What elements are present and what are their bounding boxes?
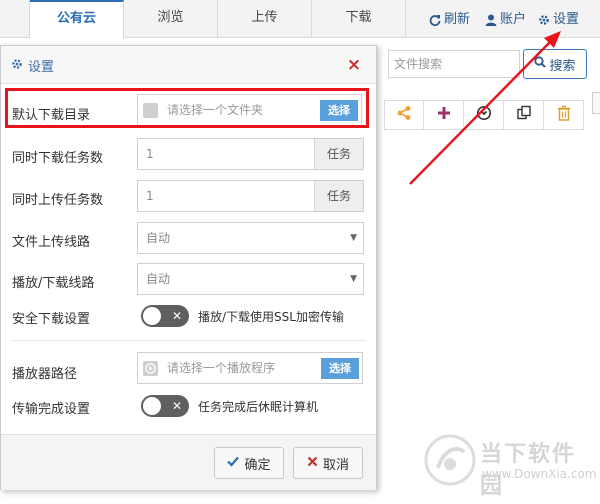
dialog-header: 设置 × bbox=[1, 46, 376, 84]
concurrent-download-label: 同时下载任务数 bbox=[12, 151, 104, 166]
ok-label: 确定 bbox=[244, 457, 271, 473]
tab-upload[interactable]: 上传 bbox=[218, 0, 312, 38]
search-icon bbox=[534, 56, 547, 72]
watermark-url: www.DownXia.com bbox=[482, 467, 597, 481]
upload-route-select[interactable]: 自动 ▼ bbox=[137, 222, 364, 254]
trash-icon bbox=[557, 105, 571, 125]
chevron-down-icon: ▼ bbox=[350, 274, 357, 284]
secure-download-desc: 播放/下载使用SSL加密传输 bbox=[198, 310, 344, 324]
concurrent-upload-input[interactable]: 1 任务 bbox=[137, 180, 364, 212]
transfer-done-desc: 任务完成后休眠计算机 bbox=[198, 400, 319, 414]
copy-icon bbox=[516, 105, 532, 125]
download-button[interactable] bbox=[464, 100, 504, 130]
download-circle-icon bbox=[476, 105, 492, 125]
concurrent-upload-value: 1 bbox=[146, 189, 154, 203]
player-path-placeholder: 请选择一个播放程序 bbox=[167, 361, 276, 375]
concurrent-download-unit: 任务 bbox=[314, 139, 363, 169]
search-button[interactable]: 搜索 bbox=[523, 49, 587, 79]
highlight-box bbox=[5, 88, 369, 128]
ok-button[interactable]: 确定 bbox=[214, 447, 284, 479]
tab-spacer bbox=[406, 0, 424, 38]
cancel-label: 取消 bbox=[322, 457, 349, 473]
side-panel-edge bbox=[592, 92, 600, 114]
concurrent-download-value: 1 bbox=[146, 147, 154, 161]
section-divider bbox=[11, 340, 366, 341]
toggle-off-icon: ✕ bbox=[171, 309, 182, 323]
secure-download-label: 安全下载设置 bbox=[12, 312, 91, 327]
refresh-label: 刷新 bbox=[444, 12, 471, 27]
watermark-logo-icon bbox=[424, 434, 476, 490]
concurrent-upload-label: 同时上传任务数 bbox=[12, 193, 104, 208]
search-button-label: 搜索 bbox=[549, 58, 576, 74]
delete-button[interactable] bbox=[544, 100, 584, 130]
dialog-title: 设置 bbox=[11, 56, 54, 75]
playback-route-select[interactable]: 自动 ▼ bbox=[137, 263, 364, 295]
playback-route-value: 自动 bbox=[146, 272, 171, 286]
player-path-label: 播放器路径 bbox=[12, 367, 78, 382]
concurrent-upload-unit: 任务 bbox=[314, 181, 363, 211]
player-path-field[interactable]: 请选择一个播放程序 选择 bbox=[137, 352, 363, 384]
concurrent-download-input[interactable]: 1 任务 bbox=[137, 138, 364, 170]
transfer-done-toggle[interactable]: ✕ bbox=[141, 395, 189, 417]
toggle-off-icon: ✕ bbox=[171, 399, 182, 413]
add-button[interactable] bbox=[424, 100, 464, 130]
watermark: 当下软件园 www.DownXia.com bbox=[424, 430, 597, 499]
settings-label: 设置 bbox=[553, 12, 580, 27]
upload-route-value: 自动 bbox=[146, 231, 171, 245]
upload-route-label: 文件上传线路 bbox=[12, 235, 91, 250]
top-nav: 公有云 浏览 上传 下载 刷新 账户 设置 bbox=[0, 0, 600, 39]
share-icon bbox=[396, 105, 412, 125]
gear-icon bbox=[538, 14, 550, 26]
chevron-down-icon: ▼ bbox=[350, 233, 357, 243]
share-button[interactable] bbox=[384, 100, 424, 130]
transfer-done-label: 传输完成设置 bbox=[12, 402, 91, 417]
secure-download-toggle[interactable]: ✕ bbox=[141, 305, 189, 327]
playback-route-label: 播放/下载线路 bbox=[12, 276, 95, 291]
file-search-input[interactable]: 文件搜索 bbox=[388, 50, 520, 78]
tab-partial[interactable] bbox=[0, 0, 30, 38]
toggle-knob bbox=[143, 397, 161, 415]
account-button[interactable]: 账户 bbox=[485, 10, 526, 30]
close-icon bbox=[307, 456, 318, 471]
gear-icon bbox=[11, 58, 23, 74]
plus-icon bbox=[437, 106, 451, 124]
play-circle-icon bbox=[143, 361, 158, 380]
settings-button[interactable]: 设置 bbox=[538, 10, 579, 30]
account-label: 账户 bbox=[500, 12, 527, 27]
file-toolbar bbox=[384, 100, 584, 130]
close-button[interactable]: × bbox=[341, 52, 367, 78]
tab-download[interactable]: 下载 bbox=[312, 0, 406, 38]
player-path-select-button[interactable]: 选择 bbox=[321, 358, 359, 379]
tab-browse[interactable]: 浏览 bbox=[124, 0, 218, 38]
dialog-footer: 确定 取消 bbox=[1, 434, 376, 490]
toggle-knob bbox=[143, 307, 161, 325]
copy-button[interactable] bbox=[504, 100, 544, 130]
dialog-title-text: 设置 bbox=[28, 60, 55, 75]
check-icon bbox=[227, 455, 240, 471]
refresh-button[interactable]: 刷新 bbox=[429, 10, 470, 30]
tab-public-cloud[interactable]: 公有云 bbox=[30, 0, 124, 39]
refresh-icon bbox=[429, 14, 441, 26]
cancel-button[interactable]: 取消 bbox=[293, 447, 363, 479]
settings-dialog: 设置 × 默认下载目录 请选择一个文件夹 选择 同时下载任务数 1 任务 同时上… bbox=[0, 45, 377, 490]
user-icon bbox=[485, 14, 497, 26]
